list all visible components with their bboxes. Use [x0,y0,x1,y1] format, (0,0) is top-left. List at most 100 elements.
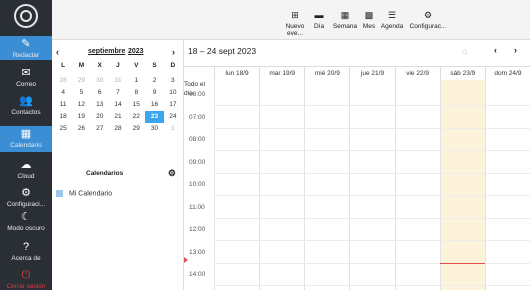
mini-day-cell[interactable]: 7 [109,87,127,99]
weekday-header: M [78,62,85,69]
mini-calendar-header: ‹ septiembre 2023 › [52,45,184,59]
calendar-color-swatch [56,190,63,197]
mini-day-cell[interactable]: 17 [164,99,182,111]
next-month-button[interactable]: › [172,47,175,57]
mini-day-cell[interactable]: 19 [72,111,90,123]
mini-day-cell[interactable]: 20 [91,111,109,123]
toolbar: ⊞ Nuevo eve... ▬ Día ▦ Semana ▩ Mes ☰ Ag… [184,0,530,40]
sidebar-item-mail[interactable]: ✉ Correo [0,67,52,89]
mini-day-cell[interactable]: 6 [91,87,109,99]
sidebar-item-logout[interactable]: ⏻ Cerrar sesión [0,270,52,290]
weekday-header: V [134,62,139,69]
plus-icon: ⊞ [291,10,299,20]
sidebar-item-cloud[interactable]: ☁ Cloud [0,159,52,181]
current-time-line [439,262,485,264]
mini-day-cell[interactable]: 12 [72,99,90,111]
sidebar-item-about[interactable]: ? Acerca de [0,242,52,263]
mini-day-cell[interactable]: 5 [72,87,90,99]
day-column-header[interactable]: sáb 23/9 [439,67,485,80]
mini-day-cell[interactable]: 28 [109,123,127,135]
mini-header-strip [52,0,184,40]
mini-day-cell[interactable]: 28 [54,75,72,87]
day-view-button[interactable]: ▬ Día [312,10,326,30]
mini-day-cell[interactable]: 13 [91,99,109,111]
new-event-button[interactable]: ⊞ Nuevo eve... [278,10,312,37]
app-logo-icon[interactable] [14,4,38,28]
sidebar-item-dark-mode[interactable]: ☾ Modo oscuro [0,212,52,233]
agenda-view-button[interactable]: ☰ Agenda [380,10,404,30]
calendars-settings-icon[interactable]: ⚙ [168,168,176,179]
mail-icon: ✉ [21,67,31,79]
month-view-button[interactable]: ▩ Mes [361,10,377,30]
cloud-icon: ☁ [20,159,32,171]
mini-day-cell[interactable]: 23 [145,111,164,123]
mini-day-cell[interactable]: 2 [145,75,163,87]
prev-week-button[interactable]: ‹ [494,45,497,55]
mini-day-cell[interactable]: 21 [109,111,127,123]
calendar-list-item[interactable]: Mi Calendario [56,190,112,197]
sidebar-item-compose[interactable]: ✎ Redactar [0,36,52,60]
mini-day-cell[interactable]: 29 [127,123,145,135]
day-icon: ▬ [314,10,324,20]
mini-day-cell[interactable]: 16 [145,99,163,111]
weekday-header: D [170,62,176,69]
mini-day-cell[interactable]: 31 [109,75,127,87]
mini-day-cell[interactable]: 29 [72,75,90,87]
gear-icon: ⚙ [21,187,31,199]
hour-gridline [214,150,530,151]
mini-day-cell[interactable]: 25 [54,123,72,135]
day-column-header[interactable]: jue 21/9 [349,67,394,80]
mini-day-cell[interactable]: 26 [72,123,90,135]
app-sidebar: ✎ Redactar ✉ Correo 👥 Contactos ▦ Calend… [0,0,52,290]
day-column[interactable] [214,80,259,290]
mini-day-cell[interactable]: 1 [164,123,182,135]
mini-year-label[interactable]: 2023 [128,48,144,55]
day-column[interactable] [394,80,440,290]
day-column[interactable] [259,80,304,290]
mini-day-cell[interactable]: 18 [54,111,72,123]
hour-label: 07:00 [189,113,206,121]
mini-day-cell[interactable]: 30 [91,75,109,87]
day-column-header[interactable]: vie 22/9 [394,67,440,80]
mini-day-cell[interactable]: 10 [164,87,182,99]
sidebar-item-calendar[interactable]: ▦ Calendario [0,126,52,152]
sidebar-item-contacts[interactable]: 👥 Contactos [0,96,52,117]
mini-day-cell[interactable]: 11 [54,99,72,111]
prev-month-button[interactable]: ‹ [56,47,59,57]
next-week-button[interactable]: › [514,45,517,55]
home-icon[interactable]: ⌂ [462,46,467,56]
mini-day-cell[interactable]: 9 [145,87,163,99]
day-column[interactable] [439,80,485,290]
mini-day-cell[interactable]: 8 [127,87,145,99]
calendars-header: Calendarios ⚙ [86,168,176,179]
sidebar-item-settings[interactable]: ⚙ Configuraci... [0,187,52,209]
day-column-header[interactable]: mié 20/9 [304,67,349,80]
day-column-header[interactable]: dom 24/9 [484,67,530,80]
weekday-header: X [97,62,102,69]
day-column[interactable] [484,80,530,290]
hour-label: 14:00 [189,271,206,278]
weekday-header: L [61,62,66,69]
mini-day-cell[interactable]: 3 [164,75,182,87]
mini-day-cell[interactable]: 1 [127,75,145,87]
compose-icon: ✎ [21,38,31,50]
mini-calendar-grid: L M X J V S D 28 29 30 31 1 2 3 4 5 6 7 8 9 10 11 12 13 14 15 16 17… [54,62,182,135]
day-column-header[interactable]: lun 18/9 [214,67,259,80]
mini-day-cell[interactable]: 24 [164,111,182,123]
day-column-header[interactable]: mar 19/9 [259,67,304,80]
settings-button[interactable]: ⚙ Configurac... [406,10,450,30]
mini-day-cell[interactable]: 27 [91,123,109,135]
day-column[interactable] [349,80,394,290]
hour-label: 11:00 [189,203,205,211]
mini-calendar-pane: ‹ septiembre 2023 › L M X J V S D 28 29 30 31 1 2 3 4 5… [52,40,184,290]
day-column[interactable] [304,80,349,290]
mini-day-cell[interactable]: 30 [145,123,163,135]
week-view-button[interactable]: ▦ Semana [332,10,358,30]
mini-day-cell[interactable]: 15 [127,99,145,111]
mini-day-cell[interactable]: 14 [109,99,127,111]
mini-month-label[interactable]: septiembre [88,48,125,55]
mini-day-cell[interactable]: 4 [54,87,72,99]
mini-day-cell[interactable]: 22 [127,111,145,123]
gear-icon: ⚙ [423,10,433,20]
weekday-header: J [116,62,120,69]
